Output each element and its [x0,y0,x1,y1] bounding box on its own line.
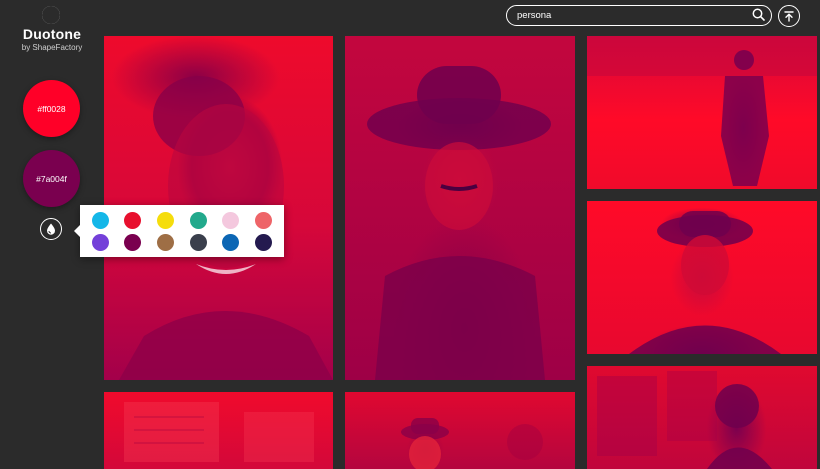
search-box [506,5,772,26]
palette-color-2[interactable] [124,211,142,229]
droplet-icon [47,223,55,235]
palette-toggle-button[interactable] [40,218,62,240]
photo-woman-in-hat[interactable] [345,36,575,380]
upload-icon [784,10,794,22]
palette-color-12[interactable] [255,233,273,251]
primary-color-swatch[interactable]: #ff0028 [23,80,80,137]
search-icon[interactable] [752,8,765,21]
photo-street-posters[interactable] [587,366,817,469]
palette-color-6[interactable] [255,211,273,229]
photo-wall-notes[interactable] [104,392,333,469]
palette-color-8[interactable] [124,233,142,251]
palette-color-5[interactable] [222,211,240,229]
palette-color-11[interactable] [222,233,240,251]
secondary-color-swatch[interactable]: #7a004f [23,150,80,207]
brand-subtitle: by ShapeFactory [21,43,83,52]
brand-title: Duotone [22,26,82,42]
palette-color-10[interactable] [189,233,207,251]
color-palette-popup [74,205,284,257]
palette-color-4[interactable] [189,211,207,229]
palette-color-1[interactable] [91,211,109,229]
palette-color-3[interactable] [157,211,175,229]
upload-button[interactable] [778,5,800,27]
primary-color-label: #ff0028 [37,103,66,114]
duotone-logo-icon [42,6,60,24]
palette-color-9[interactable] [157,233,175,251]
photo-man-walking[interactable] [587,36,817,189]
secondary-color-label: #7a004f [36,173,67,184]
photo-woman-sunset-hat[interactable] [587,201,817,354]
search-input[interactable] [517,7,747,23]
photo-crowd-man-hat[interactable] [345,392,575,469]
palette-color-7[interactable] [91,233,109,251]
